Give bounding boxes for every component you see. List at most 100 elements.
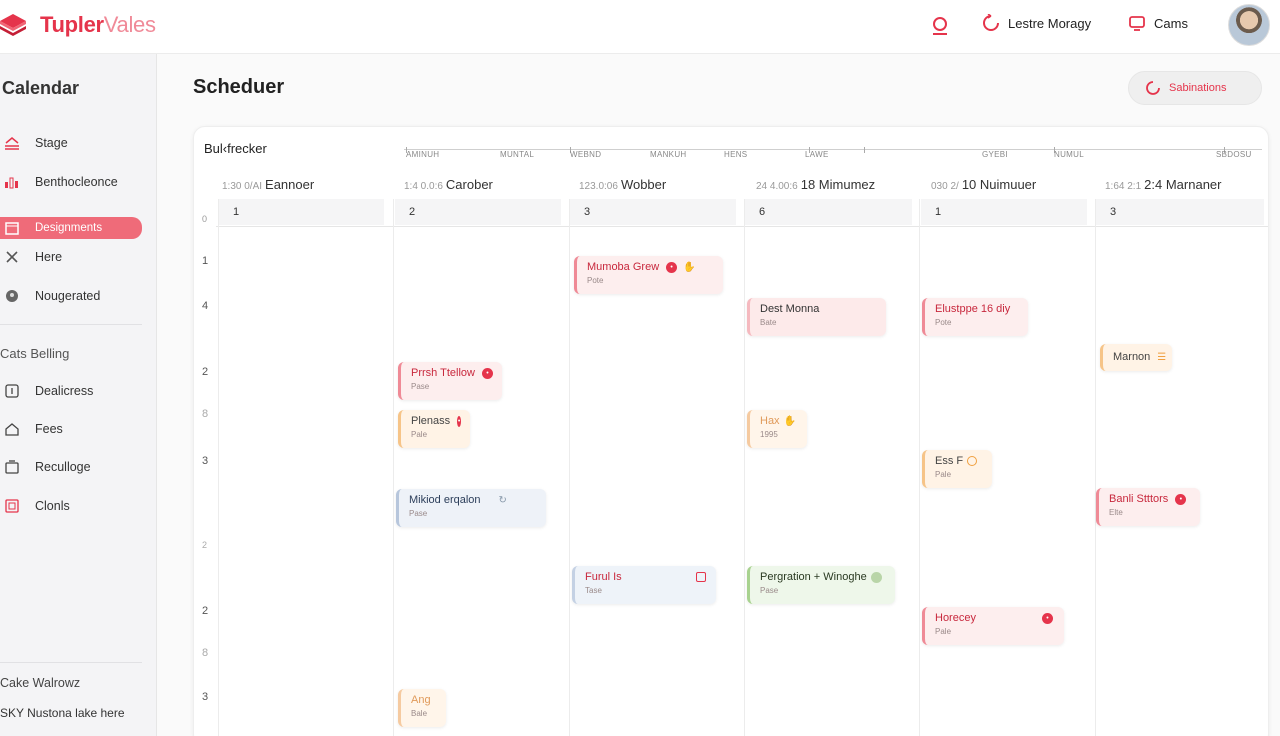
sidebar-title: Calendar (2, 78, 80, 98)
ruler-label: GYEBI (982, 150, 1008, 159)
event-card[interactable]: Prrsh Ttellow • Pase (398, 362, 502, 400)
sidebar-item-label: Dealicress (35, 384, 94, 398)
sidebar-item-designments[interactable]: Designments (0, 217, 142, 239)
event-card[interactable]: Plenass • Pale (398, 410, 470, 448)
column-header[interactable]: 123.0:06 Wobber (579, 177, 666, 192)
sidebar-divider (0, 324, 142, 325)
sidebar-item-label: Fees (35, 422, 63, 436)
event-card[interactable]: Mikiod erqalon ↻ Pase (396, 489, 546, 527)
ruler-label: NUMUL (1054, 150, 1084, 159)
event-subtitle: Pale (411, 430, 428, 439)
event-card[interactable]: Hax ✋ 1995 (747, 410, 807, 448)
event-card[interactable]: Ang Bale (398, 689, 446, 727)
event-card[interactable]: Elustppe 16 diy Pote (922, 298, 1028, 336)
user-name: Lestre Moragy (1008, 15, 1092, 31)
column-header[interactable]: 030 2/10 Nuimuuer (931, 177, 1036, 192)
sidebar: Calendar Stage Benthocleonce Designments… (0, 54, 157, 736)
ruler-label: HENS (724, 150, 748, 159)
close-icon (4, 249, 20, 265)
event-title: Hax (760, 415, 780, 427)
column-header[interactable]: 1:64 2:1 2:4 Marnaner (1105, 177, 1221, 192)
time-label: 1 (202, 255, 209, 267)
event-subtitle: Bale (411, 709, 428, 718)
refresh-icon (1146, 81, 1160, 95)
circle-icon (4, 288, 20, 304)
event-subtitle: Pase (760, 586, 779, 595)
app-logo[interactable]: TuplerVales (0, 10, 156, 40)
time-label: 3 (202, 691, 209, 703)
event-subtitle: Pote (935, 318, 952, 327)
sidebar-item-stage[interactable]: Stage (0, 130, 150, 156)
event-card[interactable]: Marnon ☰ (1100, 344, 1172, 371)
cams-label: Cams (1154, 15, 1188, 31)
sidebar-footer-subtitle[interactable]: SKY Nustona lake here (0, 706, 125, 720)
alert-icon: • (481, 367, 493, 379)
time-label: 2 (202, 540, 208, 550)
ruler-label: AMINUH (406, 150, 440, 159)
tray-icon (4, 135, 20, 151)
app-name: TuplerVales (40, 12, 156, 37)
sidebar-item-clonls[interactable]: Clonls (0, 493, 150, 519)
sidebar-item-label: Here (35, 250, 63, 264)
avatar[interactable] (1228, 4, 1270, 46)
event-card[interactable]: Ess F Pale (922, 450, 992, 488)
cams-button[interactable]: Cams (1128, 14, 1188, 32)
ruler-label: MUNTAL (500, 150, 535, 159)
event-card[interactable]: Pergration + Winoghe Pase (747, 566, 895, 604)
monitor-icon (1129, 16, 1145, 31)
column-day-number: 3 (1096, 199, 1264, 225)
notifications-button[interactable]: Sabinations (1128, 71, 1262, 105)
event-title: Mikiod erqalon (409, 494, 481, 506)
column-divider (218, 199, 219, 736)
scheduler-card: Bul‹frecker AMINUH MUNTAL WEBND MANKUH H… (193, 126, 1269, 736)
event-title: Horecey (935, 612, 976, 624)
column-divider (1095, 199, 1096, 736)
sidebar-item-reculloge[interactable]: Reculloge (0, 454, 150, 480)
ruler-label: SBDOSU (1216, 150, 1252, 159)
top-bar: TuplerVales Lestre Moragy Cams (0, 0, 1280, 54)
timeline-ruler[interactable]: AMINUH MUNTAL WEBND MANKUH HENS LAWE GYE… (404, 137, 1262, 161)
sidebar-item-nougerated[interactable]: Nougerated (0, 283, 150, 309)
event-title: Prrsh Ttellow (411, 367, 475, 379)
sidebar-item-label: Benthocleonce (35, 175, 118, 189)
time-label: 8 (202, 647, 209, 659)
column-header[interactable]: 24 4.00:6 18 Mimumez (756, 177, 875, 192)
event-card[interactable]: Furul Is Tase (572, 566, 716, 604)
event-title: Elustppe 16 diy (935, 303, 1011, 315)
list-icon: ☰ (1157, 351, 1167, 363)
info-icon (4, 383, 20, 399)
event-card[interactable]: Banli Stttors • Elte (1096, 488, 1200, 526)
column-day-number: 1 (219, 199, 384, 225)
column-header[interactable]: 1:30 0/AI Eannoer (222, 177, 314, 192)
clock-icon (967, 456, 978, 466)
column-divider (393, 199, 394, 736)
ruler-label: MANKUH (650, 150, 687, 159)
sidebar-footer-title[interactable]: Cake Walrowz (0, 676, 80, 690)
hand-icon: ✋ (683, 261, 696, 273)
sidebar-item-here[interactable]: Here (0, 244, 150, 270)
event-title: Ang (411, 694, 431, 706)
user-menu[interactable]: Lestre Moragy (982, 14, 1091, 32)
column-divider (919, 199, 920, 736)
sidebar-item-benthocleonce[interactable]: Benthocleonce (0, 169, 150, 195)
sidebar-item-label: Clonls (35, 499, 70, 513)
event-card[interactable]: Horecey • Pale (922, 607, 1064, 645)
hand-icon: ✋ (783, 415, 797, 427)
column-header[interactable]: 1:4 0.0:6 Carober (404, 177, 493, 192)
sidebar-section-title: Cats Belling (0, 346, 70, 361)
time-label: 4 (202, 300, 209, 312)
search-icon[interactable] (928, 14, 952, 38)
event-title: Marnon (1113, 351, 1151, 363)
scheduler-title: Bul‹frecker (204, 141, 267, 156)
alert-icon: • (1041, 612, 1053, 624)
alert-icon: • (457, 415, 461, 427)
sidebar-item-fees[interactable]: Fees (0, 416, 150, 442)
status-icon (870, 571, 882, 583)
refresh-icon (983, 14, 999, 31)
sidebar-item-dealicress[interactable]: Dealicress (0, 378, 150, 404)
column-divider (569, 199, 570, 736)
event-title: Dest Monna (760, 303, 820, 315)
event-card[interactable]: Dest Monna Bate (747, 298, 886, 336)
event-card[interactable]: Mumoba Grew • ✋ Pote (574, 256, 723, 294)
event-title: Mumoba Grew (587, 261, 660, 273)
